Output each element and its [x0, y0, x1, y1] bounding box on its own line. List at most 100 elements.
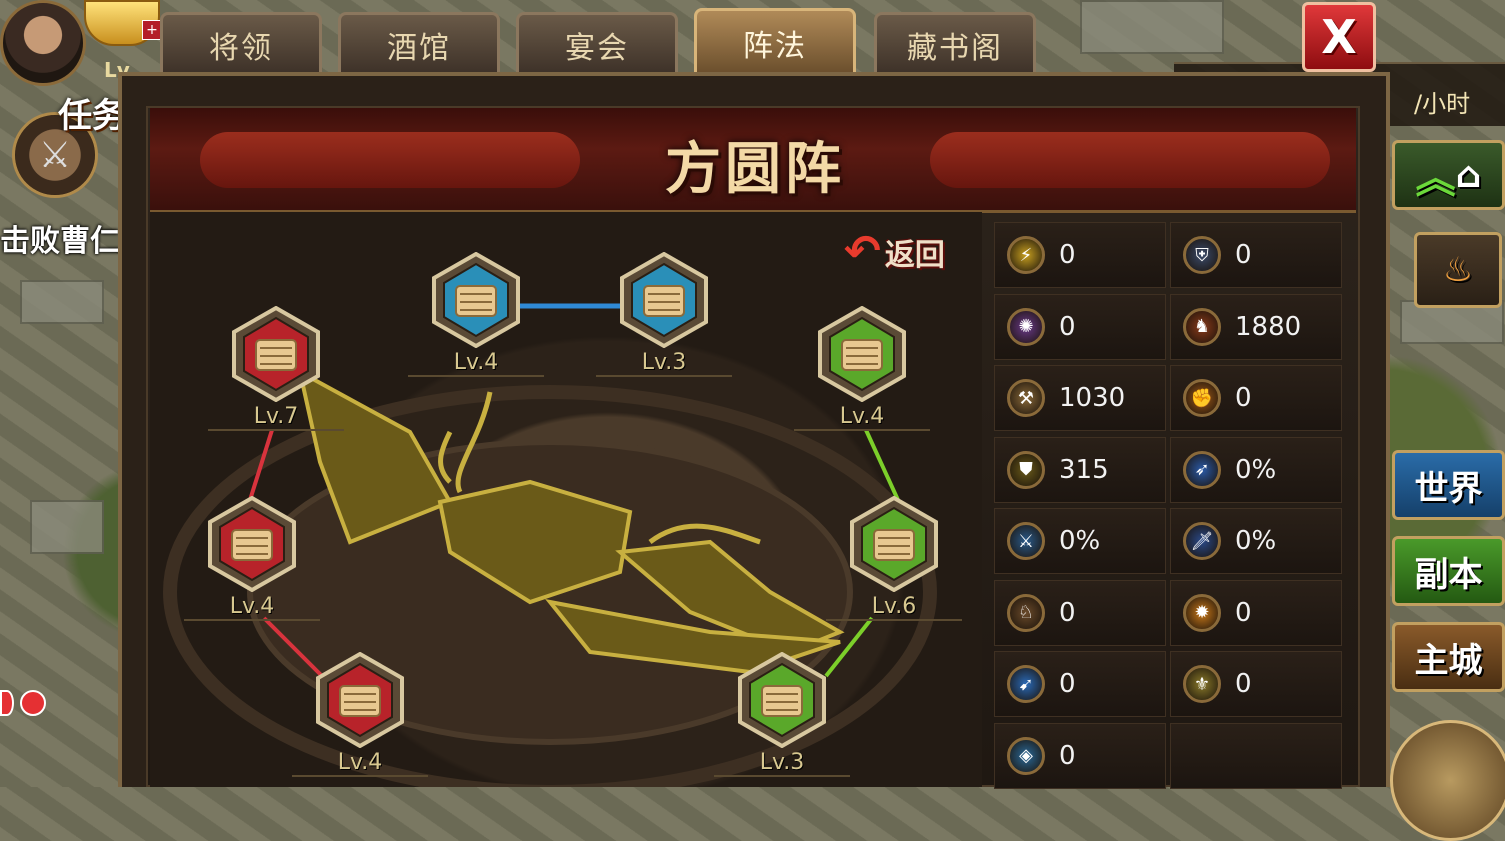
scroll-icon	[818, 306, 906, 402]
horse-icon: ♘	[1007, 593, 1045, 632]
lantern-icon: ♨	[1442, 250, 1474, 290]
formation-node[interactable]: Lv.4	[184, 496, 320, 621]
stat-value: 0%	[1235, 526, 1277, 556]
hammer-icon: ⚒	[1007, 379, 1045, 417]
tab-banquet[interactable]: 宴会	[516, 12, 678, 74]
stat-value: 0%	[1059, 526, 1101, 556]
return-arrow-icon: ↶	[844, 226, 881, 277]
stat-cell: ◈ 0	[994, 722, 1166, 789]
spear-icon: ➶	[1183, 450, 1221, 489]
quest-tag: 任务	[58, 96, 126, 136]
stat-cell: 🗡 0%	[1170, 508, 1342, 574]
stat-cell: ✹ 0	[1170, 579, 1342, 646]
formation-node[interactable]: Lv.3	[714, 652, 850, 777]
scroll-icon	[208, 496, 296, 592]
node-level-label: Lv.4	[794, 404, 930, 431]
crossed-weapons-icon: ⚔	[1007, 522, 1045, 560]
dungeon-button[interactable]: 副本	[1392, 536, 1505, 606]
armor-icon: ⛊	[1007, 450, 1045, 489]
stat-cell: ➶ 0%	[1170, 436, 1342, 503]
stat-cell: ✺ 0	[994, 293, 1166, 360]
stat-cell: ✊ 0	[1170, 365, 1342, 431]
chevron-up-icon: ︽	[1415, 156, 1456, 202]
expand-menu-button[interactable]	[1390, 720, 1505, 841]
sword-icon: 🗡	[1183, 522, 1221, 560]
page-title: 方圆阵	[665, 137, 845, 202]
stat-cell: ⛨ 0	[1170, 222, 1342, 288]
stat-value: 0	[1059, 740, 1076, 771]
node-level-label: Lv.6	[826, 594, 962, 621]
stat-value: 1030	[1059, 383, 1126, 413]
player-avatar[interactable]	[0, 0, 86, 86]
lightning-icon: ⚡	[1007, 236, 1045, 274]
formation-node[interactable]: Lv.4	[408, 252, 544, 377]
node-level-label: Lv.4	[408, 350, 544, 377]
banner-ribbon	[200, 132, 580, 188]
node-level-label: Lv.3	[714, 750, 850, 777]
formation-node[interactable]: Lv.3	[596, 252, 732, 377]
stat-value: 0%	[1235, 454, 1277, 485]
gem-icon: ◈	[1007, 736, 1045, 775]
stat-cell: ⚜ 0	[1170, 651, 1342, 717]
formation-node[interactable]: Lv.4	[292, 652, 428, 777]
scroll-icon	[316, 652, 404, 748]
stat-value: 0	[1235, 240, 1252, 270]
burst-icon: ✹	[1183, 593, 1221, 632]
stat-cell: ⚔ 0%	[994, 508, 1166, 574]
stat-value: 0	[1235, 597, 1252, 628]
lantern-button[interactable]: ♨	[1414, 232, 1502, 308]
warrior-portrait-icon: ⚔	[38, 134, 72, 176]
main-city-button[interactable]: 主城	[1392, 622, 1505, 692]
stat-value: 0	[1235, 669, 1252, 699]
bg-building	[1080, 0, 1224, 54]
fist-icon: ✊	[1183, 379, 1221, 417]
stat-value: 0	[1235, 383, 1252, 413]
bg-building	[20, 280, 104, 324]
stats-grid: ⚡ 0 ⛨ 0 ✺ 0 ♞ 1880 ⚒ 1030 ✊ 0 ⛊ 315 ➶ 0% ⚔ 0% 🗡 0% ♘ 0 ✹ 0 ➹ 0 ⚜ 0 ◈…	[994, 222, 1350, 789]
notification-dot-icon	[0, 690, 14, 716]
stat-value: 0	[1059, 311, 1076, 342]
quest-description[interactable]: 击败曹仁	[0, 216, 120, 260]
scroll-icon	[432, 252, 520, 348]
scroll-icon	[232, 306, 320, 402]
notification-dots	[0, 690, 46, 716]
stat-cell: ⛊ 315	[994, 436, 1166, 503]
scroll-icon	[850, 496, 938, 592]
warrior-icon: ♞	[1183, 307, 1221, 346]
world-button[interactable]: 世界	[1392, 450, 1505, 520]
tab-generals[interactable]: 将领	[160, 12, 322, 74]
notification-dot-icon	[20, 690, 46, 716]
magic-orb-icon: ✺	[1007, 307, 1045, 346]
stat-cell: ⚡ 0	[994, 222, 1166, 288]
node-level-label: Lv.3	[596, 350, 732, 377]
stat-cell: ♞ 1880	[1170, 293, 1342, 360]
bg-building	[30, 500, 104, 554]
back-button[interactable]: ↶ 返回	[844, 230, 945, 274]
stat-value: 315	[1059, 454, 1109, 485]
stat-value: 0	[1059, 240, 1076, 270]
scroll-icon	[738, 652, 826, 748]
scroll-icon	[620, 252, 708, 348]
stat-value: 0	[1059, 597, 1076, 628]
formation-node[interactable]: Lv.6	[826, 496, 962, 621]
formation-node[interactable]: Lv.4	[794, 306, 930, 431]
resource-unit: /小时	[1414, 90, 1471, 118]
tab-formation[interactable]: 阵法	[694, 8, 856, 74]
formation-node[interactable]: Lv.7	[208, 306, 344, 431]
arrow-icon: ➹	[1007, 665, 1045, 703]
emblem-icon: ⚜	[1183, 665, 1221, 703]
node-level-label: Lv.4	[184, 594, 320, 621]
tab-library[interactable]: 藏书阁	[874, 12, 1036, 74]
tab-tavern[interactable]: 酒馆	[338, 12, 500, 74]
house-icon: ⌂	[1455, 154, 1482, 196]
stat-cell: ➹ 0	[994, 651, 1166, 717]
close-button[interactable]: X	[1302, 2, 1376, 72]
shield-icon: ⛨	[1183, 236, 1221, 274]
upgrade-building-button[interactable]: ︽ ⌂	[1392, 140, 1505, 210]
node-level-label: Lv.4	[292, 750, 428, 777]
banner-ribbon	[930, 132, 1330, 188]
back-label: 返回	[884, 238, 945, 273]
stat-cell-empty	[1170, 722, 1342, 789]
stat-cell: ♘ 0	[994, 579, 1166, 646]
recharge-plus-button[interactable]: +	[142, 20, 162, 40]
